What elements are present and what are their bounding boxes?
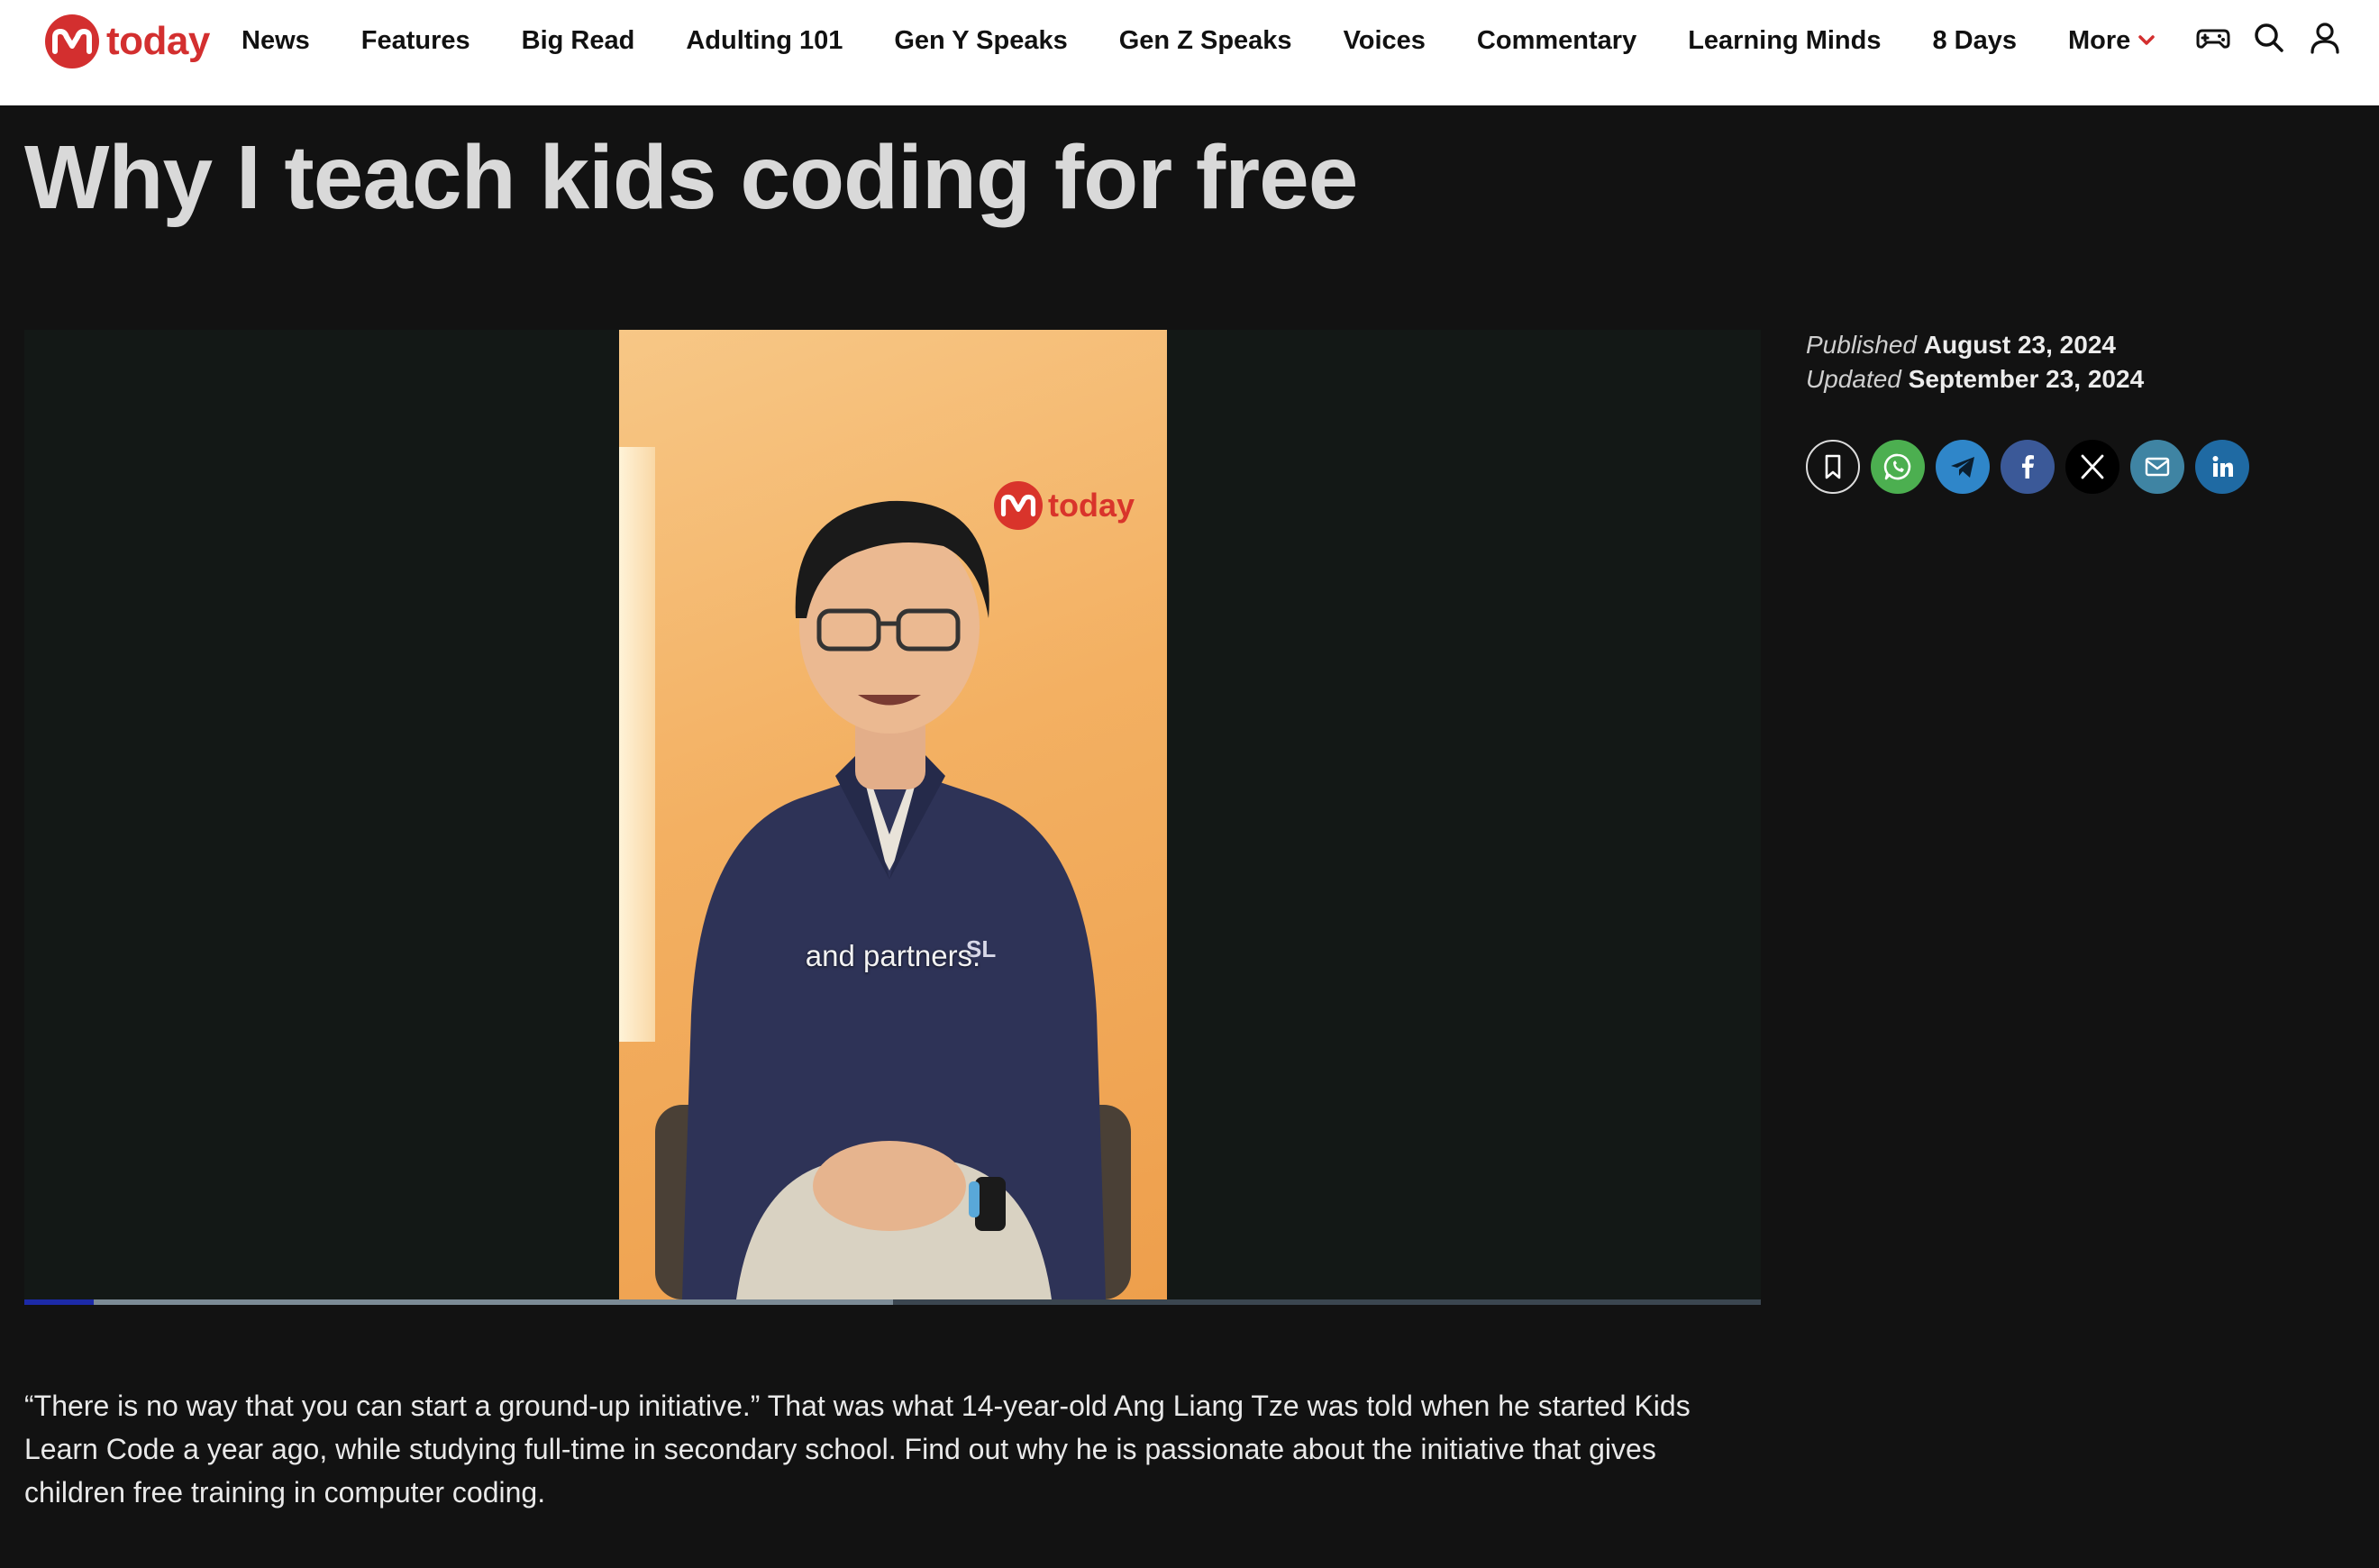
share-x-button[interactable] <box>2065 440 2119 494</box>
updated-label: Updated <box>1806 365 1901 393</box>
main-nav: News Features Big Read Adulting 101 Gen … <box>242 0 2207 81</box>
share-whatsapp-button[interactable] <box>1871 440 1925 494</box>
share-bar <box>1806 440 2260 494</box>
watermark-text: today <box>1047 487 1135 524</box>
share-email-button[interactable] <box>2130 440 2184 494</box>
logo-badge-icon <box>45 14 99 68</box>
share-telegram-button[interactable] <box>1936 440 1990 494</box>
updated-date: September 23, 2024 <box>1908 365 2145 393</box>
share-linkedin-button[interactable] <box>2195 440 2249 494</box>
video-watermark: today <box>993 481 1135 530</box>
header-actions <box>2175 20 2343 56</box>
telegram-icon <box>1951 457 1974 478</box>
video-subject-image: SL <box>655 500 1131 1299</box>
published-line: Published August 23, 2024 <box>1806 328 2144 362</box>
nav-item-learning-minds[interactable]: Learning Minds <box>1688 26 1881 56</box>
article-title: Why I teach kids coding for free <box>24 127 1358 228</box>
nav-item-news[interactable]: News <box>242 26 310 56</box>
gamepad-icon[interactable] <box>2195 20 2231 56</box>
nav-item-commentary[interactable]: Commentary <box>1477 26 1636 56</box>
nav-item-8-days[interactable]: 8 Days <box>1933 26 2018 56</box>
chevron-down-icon <box>2138 35 2156 45</box>
video-player[interactable]: SL today and partners. <box>24 330 1761 1305</box>
linkedin-icon <box>2212 456 2233 477</box>
logo-text: today <box>106 19 210 63</box>
published-date: August 23, 2024 <box>1923 331 2116 359</box>
nav-item-voices[interactable]: Voices <box>1344 26 1426 56</box>
nav-item-gen-z-speaks[interactable]: Gen Z Speaks <box>1119 26 1292 56</box>
whatsapp-icon <box>1883 453 1911 480</box>
video-played-fill <box>24 1299 95 1305</box>
site-logo[interactable]: today <box>45 14 210 68</box>
nav-more-label: More <box>2068 25 2131 55</box>
article-meta: Published August 23, 2024 Updated Septem… <box>1806 328 2144 397</box>
x-icon <box>2081 454 2104 479</box>
nav-item-big-read[interactable]: Big Read <box>522 26 635 56</box>
video-progress-bar[interactable] <box>24 1299 1761 1305</box>
user-icon[interactable] <box>2307 20 2343 56</box>
nav-item-features[interactable]: Features <box>361 26 470 56</box>
watermark-logo-icon <box>993 481 1043 530</box>
video-caption: and partners. <box>805 939 981 972</box>
email-icon <box>2145 457 2170 477</box>
bookmark-icon <box>1825 454 1841 479</box>
published-label: Published <box>1806 331 1917 359</box>
nav-more-menu[interactable]: More <box>2068 26 2156 56</box>
video-frame[interactable]: SL today and partners. <box>619 330 1167 1299</box>
bookmark-button[interactable] <box>1806 440 1860 494</box>
nav-item-adulting-101[interactable]: Adulting 101 <box>686 26 843 56</box>
video-buffer-fill <box>24 1299 893 1305</box>
article-lede: “There is no way that you can start a gr… <box>24 1390 1691 1509</box>
nav-item-gen-y-speaks[interactable]: Gen Y Speaks <box>894 26 1067 56</box>
search-icon[interactable] <box>2251 20 2287 56</box>
top-navigation: today News Features Big Read Adulting 10… <box>0 0 2379 105</box>
updated-line: Updated September 23, 2024 <box>1806 362 2144 397</box>
share-facebook-button[interactable] <box>2001 440 2055 494</box>
facebook-icon <box>2022 455 2034 479</box>
